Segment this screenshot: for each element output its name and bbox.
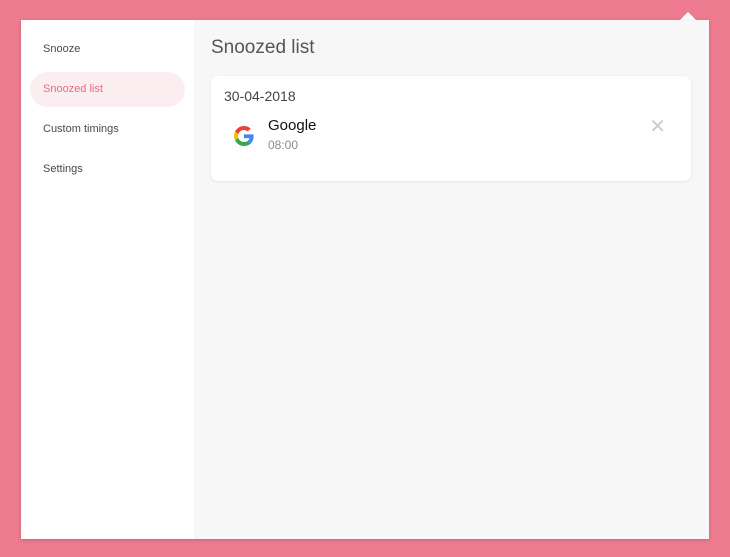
close-icon[interactable]: ✕ — [649, 117, 666, 137]
list-item[interactable]: Google 08:00 ✕ — [224, 117, 678, 157]
page-title: Snoozed list — [211, 37, 315, 58]
main-content: Snoozed list 30-04-2018 Google 08:00 ✕ — [194, 20, 709, 539]
entry-time: 08:00 — [268, 138, 299, 152]
sidebar-item-custom-timings[interactable]: Custom timings — [30, 112, 185, 147]
date-group-card: 30-04-2018 Google 08:00 ✕ — [211, 76, 691, 181]
sidebar-item-snoozed-list[interactable]: Snoozed list — [30, 72, 185, 107]
google-icon — [234, 126, 254, 146]
date-header: 30-04-2018 — [224, 88, 296, 104]
entry-name: Google — [268, 117, 317, 134]
popup-window: Snooze Snoozed list Custom timings Setti… — [21, 20, 709, 539]
sidebar-item-snooze[interactable]: Snooze — [30, 32, 185, 67]
entry-text: Google 08:00 — [268, 117, 316, 153]
sidebar-item-settings[interactable]: Settings — [30, 152, 185, 187]
sidebar: Snooze Snoozed list Custom timings Setti… — [21, 20, 194, 539]
page-background: Snooze Snoozed list Custom timings Setti… — [0, 0, 730, 557]
